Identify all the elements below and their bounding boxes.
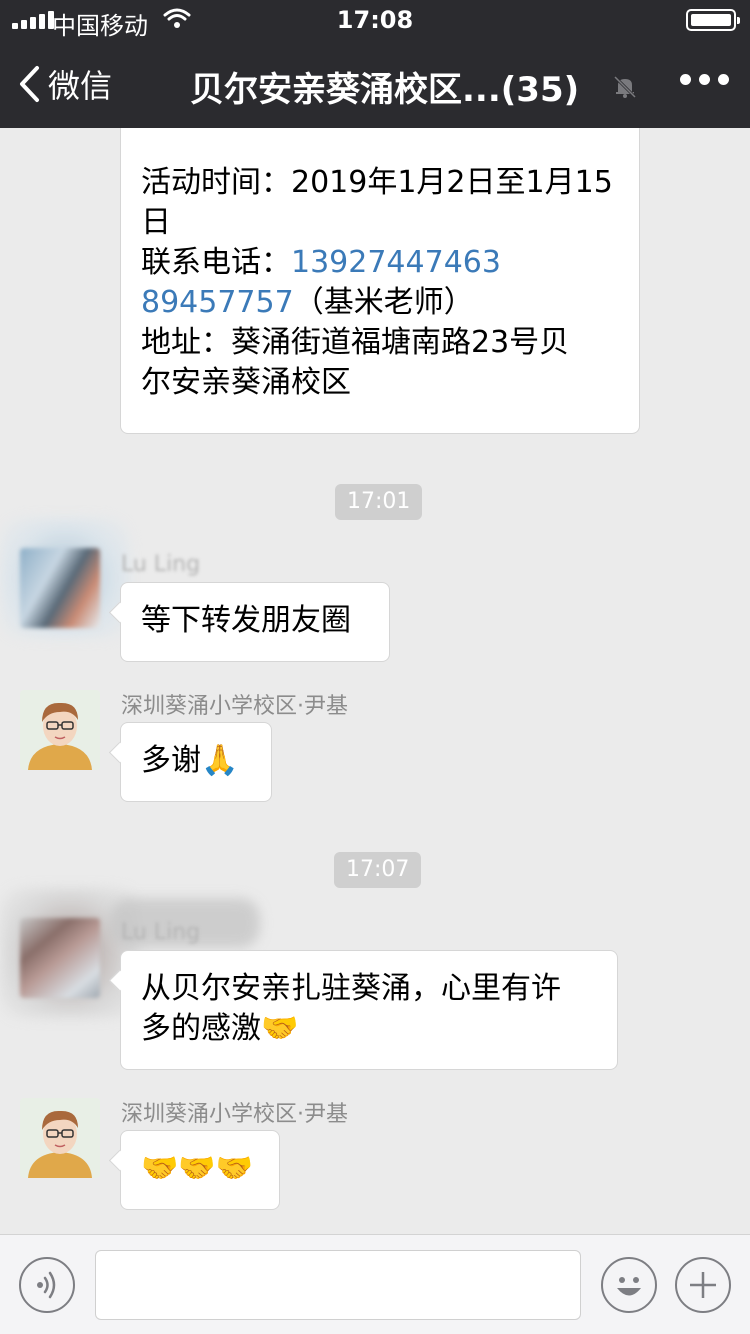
message-text-line-2: 多的感激🤝	[141, 1011, 299, 1046]
more-options-button[interactable]	[680, 74, 729, 85]
message-text-line-1: 从贝尔安亲扎驻葵涌，心里有许	[141, 971, 561, 1006]
message-bubble[interactable]: 从贝尔安亲扎驻葵涌，心里有许 多的感激🤝	[108, 950, 618, 1070]
voice-button[interactable]	[19, 1257, 75, 1313]
handshake-emoji-icon: 🤝	[215, 1151, 254, 1186]
page-title: 贝尔安亲葵涌校区...(35)	[190, 70, 580, 110]
sender-name: 深圳葵涌小学校区·尹基	[121, 1102, 348, 1127]
avatar[interactable]	[20, 1098, 100, 1178]
sender-name: 深圳葵涌小学校区·尹基	[121, 694, 348, 719]
nav-bar: 微信 贝尔安亲葵涌校区...(35)	[0, 40, 750, 128]
person-avatar-icon	[20, 1098, 100, 1178]
phone-link-2[interactable]: 89457757	[141, 285, 294, 320]
handshake-emoji-icon: 🤝	[141, 1151, 179, 1186]
notice-phone-row: 联系电话：13927447463	[141, 243, 621, 283]
notice-address-2: 尔安亲葵涌校区	[141, 365, 351, 400]
input-bar	[0, 1234, 750, 1334]
mute-bell-icon	[613, 75, 637, 99]
status-time: 17:08	[336, 6, 414, 34]
avatar[interactable]	[20, 918, 100, 998]
sender-name: Lu Ling	[121, 920, 201, 945]
chevron-left-icon	[20, 66, 39, 102]
message-bubble[interactable]: 🤝🤝🤝	[108, 1130, 280, 1210]
avatar[interactable]	[20, 548, 100, 628]
notice-address-1: 地址：葵涌街道福塘南路23号贝	[141, 325, 570, 360]
battery-icon	[686, 9, 740, 31]
notice-phone-row-2: 89457757（基米老师）	[141, 283, 621, 323]
person-avatar-icon	[20, 690, 100, 770]
message-text: 等下转发朋友圈	[141, 603, 351, 638]
back-button[interactable]: 微信	[16, 60, 112, 108]
avatar[interactable]	[20, 690, 100, 770]
message-bubble[interactable]: 等下转发朋友圈	[108, 582, 390, 662]
notice-line-2: 日	[141, 205, 171, 240]
timestamp: 17:01	[335, 484, 423, 520]
sender-name: Lu Ling	[121, 552, 201, 577]
message-text: 多谢	[141, 743, 201, 778]
voice-icon	[37, 1271, 56, 1299]
back-label: 微信	[48, 67, 113, 105]
notice-line-1: 活动时间：2019年1月2日至1月15	[141, 165, 613, 200]
plus-icon	[690, 1272, 716, 1298]
message-input[interactable]	[95, 1250, 581, 1320]
smiley-icon	[617, 1277, 641, 1296]
status-bar: 中国移动 17:08	[0, 0, 750, 40]
message-bubble[interactable]: 多谢🙏	[108, 722, 272, 802]
handshake-emoji-icon: 🤝	[178, 1151, 216, 1186]
handshake-emoji-icon: 🤝	[261, 1011, 299, 1046]
phone-label: 联系电话：	[141, 245, 291, 280]
phone-note: （基米老师）	[293, 285, 474, 320]
timestamp: 17:07	[334, 852, 422, 888]
phone-link-1[interactable]: 13927447463	[291, 245, 501, 280]
more-button[interactable]	[675, 1257, 731, 1313]
chat-area[interactable]: 活动时间：2019年1月2日至1月15 日 联系电话：13927447463 8…	[0, 128, 750, 1234]
message-bubble-notice[interactable]: 活动时间：2019年1月2日至1月15 日 联系电话：13927447463 8…	[120, 128, 640, 434]
emoji-button[interactable]	[601, 1257, 657, 1313]
pray-emoji-icon: 🙏	[201, 743, 239, 778]
